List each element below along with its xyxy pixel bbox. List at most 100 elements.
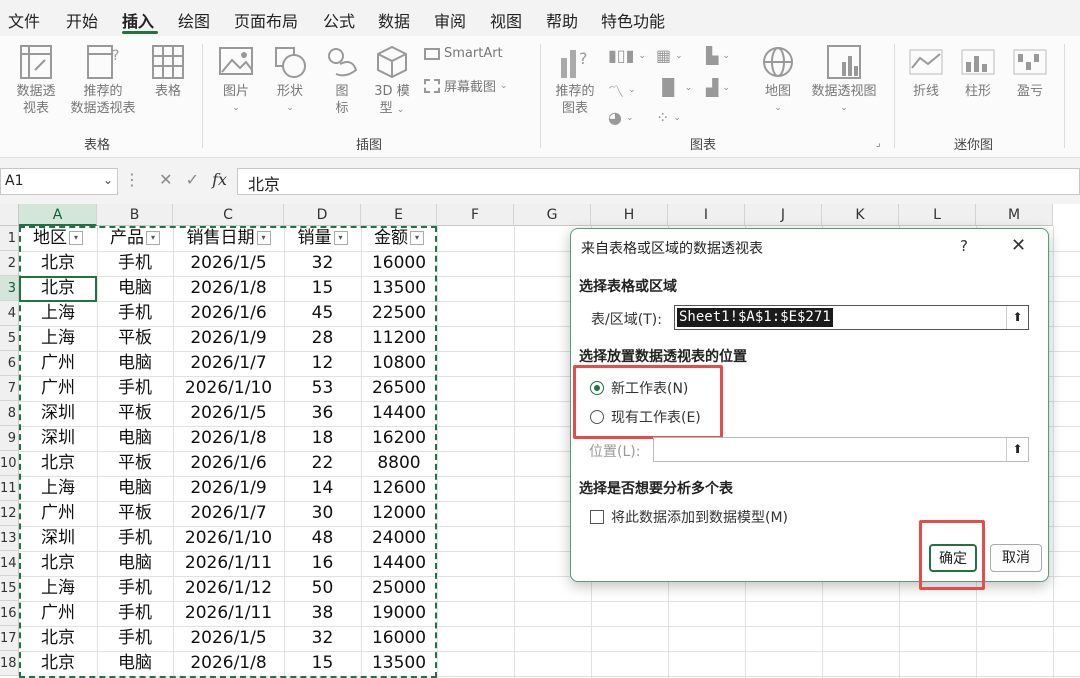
insert-function-icon[interactable]: fx (212, 170, 227, 189)
column-header-l[interactable]: L (899, 204, 976, 226)
sparkline-line-label: 折线 (912, 84, 939, 99)
location-input[interactable]: ⬆ (653, 437, 1029, 462)
sparkline-winloss-button[interactable]: 盈亏 (1008, 44, 1052, 100)
3d-models-label: 3D 模 (374, 84, 410, 99)
icons-button[interactable]: 图 标 (322, 44, 362, 117)
column-header-h[interactable]: H (591, 204, 668, 226)
row-header-2[interactable]: 2 (0, 251, 19, 276)
column-header-b[interactable]: B (97, 204, 173, 226)
tab-page-layout[interactable]: 页面布局 (234, 8, 298, 32)
sparkline-line-button[interactable]: 折线 (904, 44, 948, 100)
column-header-f[interactable]: F (437, 204, 514, 226)
picture-button[interactable]: 图片 ⌄ (214, 44, 258, 117)
enter-icon[interactable]: ✓ (186, 170, 199, 189)
cancel-button[interactable]: 取消 (990, 544, 1042, 572)
column-header-g[interactable]: G (514, 204, 591, 226)
ribbon: 数据透 视表 ? 推荐的 数据透视表 表格 表格 图片 ⌄ 形状 ⌄ 图 标 3… (0, 36, 1080, 158)
recommended-pivot-button[interactable]: ? 推荐的 数据透视表 (64, 44, 142, 117)
name-box[interactable]: A1 ⌄ (0, 168, 118, 195)
tab-help[interactable]: 帮助 (546, 8, 578, 32)
name-box-value: A1 (5, 173, 24, 189)
map-button[interactable]: 地图 ⌄ (756, 44, 800, 117)
recommended-charts-button[interactable]: ? 推荐的 图表 (550, 44, 600, 117)
collapse-dialog-icon[interactable]: ⬆ (1006, 306, 1028, 329)
svg-text:?: ? (112, 48, 119, 64)
data-model-checkbox[interactable] (590, 510, 604, 524)
tab-insert[interactable]: 插入 (122, 8, 154, 32)
shapes-button[interactable]: 形状 ⌄ (268, 44, 312, 117)
chevron-down-icon[interactable]: ⌄ (103, 173, 113, 187)
tab-file[interactable]: 文件 (8, 8, 40, 32)
cube-icon (377, 45, 407, 79)
row-header-15[interactable]: 15 (0, 576, 19, 601)
row-header-12[interactable]: 12 (0, 501, 19, 526)
column-header-d[interactable]: D (284, 204, 361, 226)
sparkline-line-icon (909, 49, 943, 75)
table-label: 表格 (154, 84, 181, 99)
formula-input[interactable]: 北京 (237, 168, 1080, 195)
tab-review[interactable]: 审阅 (434, 8, 466, 32)
row-header-14[interactable]: 14 (0, 551, 19, 576)
row-header-1[interactable]: 1 (0, 226, 19, 251)
sparkline-column-label: 柱形 (964, 84, 991, 99)
pivot-chart-button[interactable]: 数据透视图 ⌄ (806, 44, 882, 117)
screenshot-button[interactable]: 屏幕截图 ⌄ (424, 76, 508, 95)
row-header-5[interactable]: 5 (0, 326, 19, 351)
tab-special-features[interactable]: 特色功能 (601, 8, 665, 32)
tab-draw[interactable]: 绘图 (178, 8, 210, 32)
smartart-button[interactable]: SmartArt (424, 46, 503, 61)
row-header-18[interactable]: 18 (0, 651, 19, 676)
pivot-chart-icon (827, 45, 861, 79)
sparkline-column-button[interactable]: 柱形 (956, 44, 1000, 100)
data-model-label[interactable]: 将此数据添加到数据模型(M) (611, 507, 788, 527)
column-header-a[interactable]: A (19, 204, 97, 226)
row-header-4[interactable]: 4 (0, 301, 19, 326)
column-header-j[interactable]: J (745, 204, 822, 226)
row-header-7[interactable]: 7 (0, 376, 19, 401)
column-header-i[interactable]: I (668, 204, 745, 226)
row-header-17[interactable]: 17 (0, 626, 19, 651)
line-chart-button[interactable]: 〽 ⌄ (608, 78, 636, 102)
close-icon[interactable]: ✕ (1011, 235, 1026, 256)
column-header-k[interactable]: K (822, 204, 899, 226)
row-header-3[interactable]: 3 (0, 276, 19, 301)
column-header-m[interactable]: M (976, 204, 1053, 226)
cancel-icon[interactable]: ✕ (159, 170, 172, 189)
select-all-corner[interactable] (0, 204, 19, 226)
row-header-6[interactable]: 6 (0, 351, 19, 376)
tab-formulas[interactable]: 公式 (323, 8, 355, 32)
section-multi-heading: 选择是否想要分析多个表 (579, 481, 733, 497)
scatter-chart-icon: ⁘ (656, 108, 670, 127)
column-chart-button[interactable]: ▮▯▮ ⌄ (608, 46, 646, 65)
tab-data[interactable]: 数据 (378, 8, 410, 32)
row-header-11[interactable]: 11 (0, 476, 19, 501)
pie-chart-button[interactable]: ◕ ⌄ (608, 108, 634, 127)
table-icon (152, 45, 184, 79)
dialog-launcher-icon[interactable]: ⌟ (876, 138, 881, 149)
more-icon[interactable]: ⋮ (124, 170, 140, 189)
range-input[interactable]: Sheet1!$A$1:$E$271 ⬆ (674, 305, 1029, 330)
collapse-dialog-icon[interactable]: ⬆ (1006, 438, 1028, 461)
combo-chart-button[interactable]: ▟ ⌄ (706, 78, 730, 97)
scatter-chart-button[interactable]: ⁘ ⌄ (656, 108, 681, 127)
section-source-heading: 选择表格或区域 (579, 279, 677, 295)
row-header-13[interactable]: 13 (0, 526, 19, 551)
row-header-16[interactable]: 16 (0, 601, 19, 626)
hierarchy-chart-button[interactable]: ▦ ⌄ (656, 46, 683, 65)
table-button[interactable]: 表格 (146, 44, 190, 100)
ok-button[interactable]: 确定 (929, 544, 977, 572)
row-header-8[interactable]: 8 (0, 401, 19, 426)
pivot-table-button[interactable]: 数据透 视表 (8, 44, 64, 117)
statistic-chart-button[interactable]: ▐▌ ⌄ (656, 78, 692, 97)
waterfall-chart-button[interactable]: ▙ ⌄ (706, 46, 730, 65)
column-header-c[interactable]: C (173, 204, 284, 226)
help-icon[interactable]: ? (960, 237, 968, 255)
tab-home[interactable]: 开始 (66, 8, 98, 32)
column-header-e[interactable]: E (361, 204, 437, 226)
chevron-down-icon: ⌄ (774, 103, 782, 113)
pivot-table-label: 数据透 (16, 84, 56, 99)
tab-view[interactable]: 视图 (490, 8, 522, 32)
row-header-10[interactable]: 10 (0, 451, 19, 476)
3d-models-button[interactable]: 3D 模 型 ⌄ (368, 44, 416, 119)
row-header-9[interactable]: 9 (0, 426, 19, 451)
